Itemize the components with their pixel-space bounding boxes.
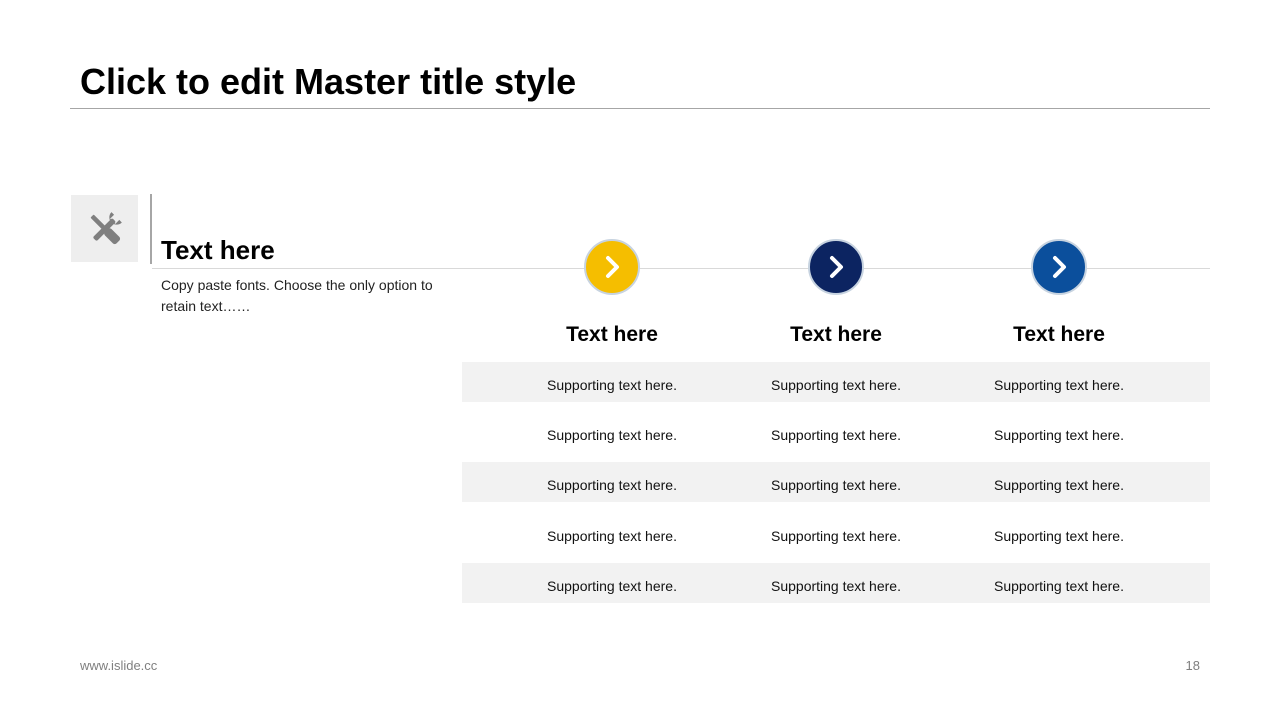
footer-url: www.islide.cc	[80, 658, 158, 673]
column-1-circle	[584, 239, 640, 295]
table-cell[interactable]: Supporting text here.	[512, 566, 712, 606]
table-cell[interactable]: Supporting text here.	[959, 516, 1159, 556]
table-cell[interactable]: Supporting text here.	[959, 415, 1159, 455]
column-3-heading[interactable]: Text here	[959, 321, 1159, 349]
chevron-right-icon	[606, 256, 619, 278]
feature-accent-bar	[150, 194, 152, 264]
table-cell[interactable]: Supporting text here.	[512, 516, 712, 556]
table-cell[interactable]: Supporting text here.	[512, 465, 712, 505]
feature-description[interactable]: Copy paste fonts. Choose the only option…	[161, 275, 451, 317]
slide-title[interactable]: Click to edit Master title style	[80, 60, 576, 104]
table-cell[interactable]: Supporting text here.	[512, 415, 712, 455]
table-cell[interactable]: Supporting text here.	[736, 516, 936, 556]
column-2-circle	[808, 239, 864, 295]
column-2-heading[interactable]: Text here	[736, 321, 936, 349]
feature-icon-box	[71, 195, 138, 262]
table-cell[interactable]: Supporting text here.	[736, 465, 936, 505]
table-cell[interactable]: Supporting text here.	[736, 365, 936, 405]
table-cell[interactable]: Supporting text here.	[959, 365, 1159, 405]
title-underline	[70, 108, 1210, 109]
chevron-right-icon	[1053, 256, 1066, 278]
chevron-right-icon	[830, 256, 843, 278]
table-cell[interactable]: Supporting text here.	[736, 415, 936, 455]
table-cell[interactable]: Supporting text here.	[736, 566, 936, 606]
column-3-circle	[1031, 239, 1087, 295]
table-cell[interactable]: Supporting text here.	[959, 465, 1159, 505]
tools-icon	[90, 211, 122, 244]
page-number: 18	[1185, 658, 1200, 673]
column-1-heading[interactable]: Text here	[512, 321, 712, 349]
feature-heading[interactable]: Text here	[161, 234, 275, 266]
table-cell[interactable]: Supporting text here.	[959, 566, 1159, 606]
table-cell[interactable]: Supporting text here.	[512, 365, 712, 405]
